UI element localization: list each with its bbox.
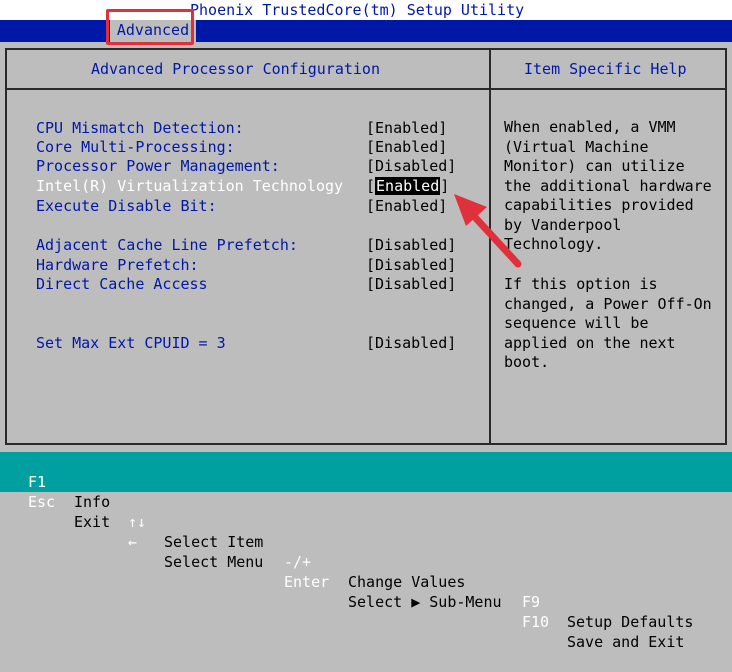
key-f9-desc: Setup Defaults — [567, 613, 694, 631]
key-minus-plus-desc: Change Values — [348, 573, 466, 591]
key-updown-arrows-icon: ↑↓ — [128, 513, 147, 531]
footer-row-2: Esc Exit ← Select Menu Enter Select ▶ Su… — [0, 472, 732, 651]
key-enter-desc: Select ▶ Sub-Menu — [348, 593, 502, 611]
red-arrow-icon — [454, 194, 522, 268]
arrow-shaft — [468, 210, 522, 268]
key-f10-desc: Save and Exit — [567, 633, 685, 651]
key-esc: Esc — [28, 493, 56, 511]
key-f1-desc: Info — [74, 493, 111, 511]
footer-bar: F1 Info ↑↓ Select Item -/+ Change Values… — [0, 452, 732, 651]
key-f10: F10 — [522, 613, 550, 631]
key-f9: F9 — [522, 593, 541, 611]
key-enter: Enter — [284, 573, 330, 591]
key-esc-desc: Exit — [74, 513, 111, 531]
key-updown-desc: Select Item — [164, 533, 264, 551]
key-minus-plus: -/+ — [284, 553, 312, 571]
key-leftright-desc: Select Menu — [164, 553, 264, 571]
key-leftright-arrows-icon: ← — [128, 533, 138, 551]
footer-row-1: F1 Info ↑↓ Select Item -/+ Change Values… — [0, 452, 732, 631]
